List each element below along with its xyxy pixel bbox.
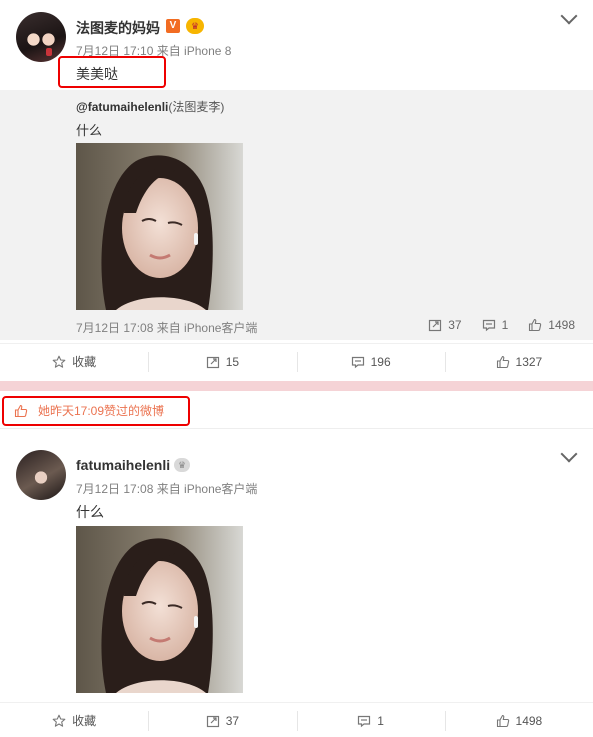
post-photo[interactable] [76, 143, 243, 310]
username[interactable]: fatumaihelenli [76, 457, 170, 473]
verified-v-icon[interactable]: V [166, 19, 180, 33]
repost-icon [206, 714, 220, 728]
post-actions: 收藏 37 1 1498 [0, 702, 593, 737]
thumbs-up-icon [528, 318, 542, 332]
comment-button[interactable]: 196 [296, 344, 445, 379]
avatar[interactable] [16, 12, 66, 62]
comment-icon [351, 355, 365, 369]
thumbs-up-icon [496, 714, 510, 728]
post-photo[interactable] [76, 526, 243, 693]
crown-icon[interactable]: ♛ [174, 458, 190, 472]
feed-post-2: fatumaihelenli ♛ 7月12日 17:08 来自 iPhone客户… [0, 430, 593, 737]
chevron-down-icon[interactable] [560, 445, 578, 463]
repost-button[interactable]: 37 [148, 703, 296, 737]
avatar[interactable] [16, 450, 66, 500]
star-icon [52, 355, 66, 369]
thumbs-up-icon [496, 355, 510, 369]
favorite-button[interactable]: 收藏 [0, 703, 148, 737]
post-actions: 收藏 15 196 1327 [0, 343, 593, 379]
feed-post-1: 法图麦的妈妈 V ♛ 7月12日 17:10 来自 iPhone 8 美美哒 @… [0, 0, 593, 380]
repost-button[interactable]: 15 [148, 344, 296, 379]
separator [0, 428, 593, 429]
chevron-down-icon[interactable] [560, 7, 578, 25]
feed-divider [0, 381, 593, 391]
highlight-box [58, 56, 166, 88]
repost-author-name: (法图麦李) [168, 100, 225, 114]
repost-like-count[interactable]: 1498 [528, 318, 575, 332]
post-text: 什么 [76, 504, 104, 520]
repost-text: 什么 [76, 123, 103, 138]
post-meta: 7月12日 17:08 来自 iPhone客户端 [76, 482, 258, 496]
repost-comment-count[interactable]: 1 [482, 318, 508, 332]
username[interactable]: 法图麦的妈妈 [76, 18, 160, 38]
like-button[interactable]: 1498 [444, 703, 593, 737]
comment-button[interactable]: 1 [296, 703, 445, 737]
favorite-button[interactable]: 收藏 [0, 344, 148, 379]
star-icon [52, 714, 66, 728]
repost-stats: 37 1 1498 [428, 318, 575, 332]
repost-icon [206, 355, 220, 369]
comment-icon [482, 318, 496, 332]
repost-author[interactable]: @fatumaihelenli(法图麦李) [76, 98, 224, 115]
like-button[interactable]: 1327 [444, 344, 593, 379]
repost-author-handle[interactable]: @fatumaihelenli [76, 100, 168, 114]
highlight-box [2, 396, 190, 426]
repost-icon [428, 318, 442, 332]
comment-icon [357, 714, 371, 728]
repost-meta: 7月12日 17:08 来自 iPhone客户端 [76, 321, 258, 335]
repost-repost-count[interactable]: 37 [428, 318, 462, 332]
crown-icon[interactable]: ♛ [186, 18, 204, 34]
